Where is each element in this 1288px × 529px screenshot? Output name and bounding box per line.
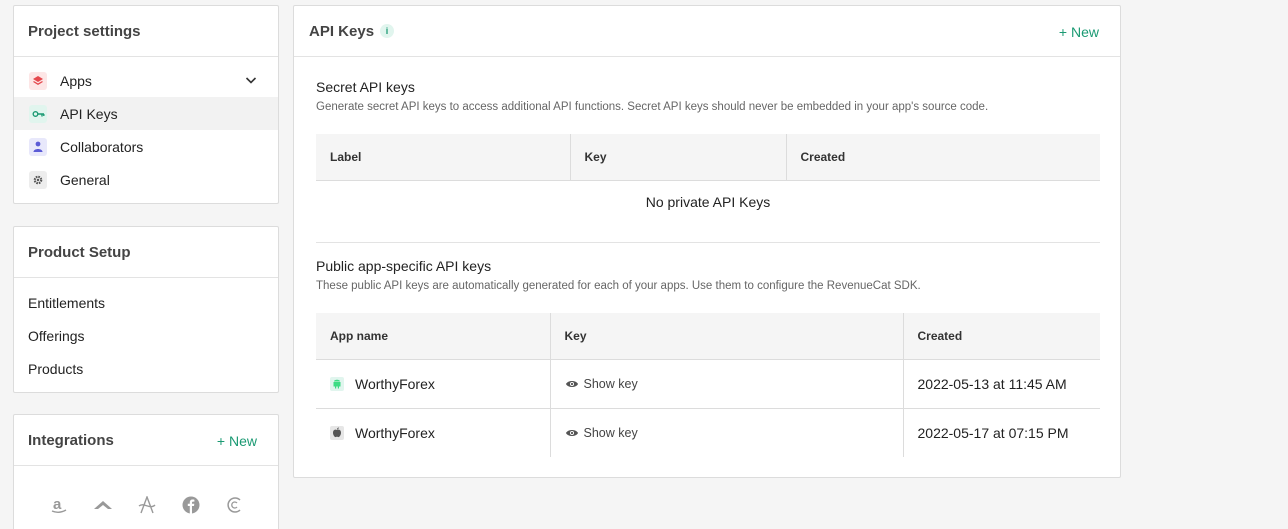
layers-icon: [29, 71, 47, 90]
integrations-card: Integrations + New a: [13, 414, 279, 529]
page-title: API Keys: [309, 23, 375, 40]
eye-icon: [565, 429, 578, 436]
sidebar-item-label: Collaborators: [60, 138, 144, 155]
show-key-button[interactable]: Show key: [565, 377, 638, 391]
show-key-label: Show key: [583, 376, 638, 391]
column-header-label: Label: [316, 134, 570, 181]
show-key-label: Show key: [583, 425, 638, 440]
integrations-header: Integrations + New: [14, 415, 278, 466]
column-header-app-name: App name: [316, 313, 550, 360]
secret-keys-table: Label Key Created No private API Keys: [316, 134, 1100, 224]
app-store-icon[interactable]: [92, 494, 114, 516]
new-integration-button[interactable]: + New: [217, 433, 257, 449]
clevertap-icon[interactable]: [224, 494, 246, 516]
apple-icon: [330, 425, 344, 440]
android-icon: [330, 376, 344, 391]
created-cell: 2022-05-17 at 07:15 PM: [902, 408, 1100, 457]
app-name-cell: WorthyForex: [316, 408, 550, 457]
column-header-created: Created: [785, 134, 1100, 181]
project-settings-header: Project settings: [14, 6, 278, 57]
table-row: WorthyForex Show key 2022-05-17 at 07:15…: [316, 408, 1100, 457]
public-keys-title: Public app-specific API keys: [316, 258, 492, 274]
plus-icon: +: [216, 433, 229, 449]
sidebar-item-products[interactable]: Products: [14, 352, 278, 385]
product-setup-nav: Entitlements Offerings Products: [14, 278, 278, 385]
secret-keys-section: Secret API keys Generate secret API keys…: [316, 79, 1100, 210]
key-icon: [29, 104, 47, 123]
show-key-button[interactable]: Show key: [565, 426, 638, 440]
sidebar-item-offerings[interactable]: Offerings: [14, 319, 278, 352]
apple-search-ads-icon[interactable]: [136, 494, 158, 516]
facebook-icon[interactable]: [180, 494, 202, 516]
section-divider: [316, 242, 1100, 243]
public-keys-section: Public app-specific API keys These publi…: [316, 258, 1100, 457]
gear-icon: [29, 170, 47, 189]
new-api-key-button[interactable]: + New: [1059, 24, 1099, 40]
user-icon: [29, 137, 47, 156]
new-api-key-label: New: [1070, 24, 1099, 40]
column-header-created: Created: [902, 313, 1100, 360]
sidebar-item-general[interactable]: General: [14, 163, 278, 196]
secret-keys-description: Generate secret API keys to access addit…: [316, 101, 989, 113]
app-name-cell: WorthyForex: [316, 359, 550, 409]
integrations-title: Integrations: [28, 432, 114, 449]
plus-icon: +: [1058, 24, 1071, 40]
api-keys-card: API Keys i + New Secret API keys Generate…: [293, 5, 1121, 478]
empty-state-text: No private API Keys: [645, 194, 771, 211]
sidebar-item-collaborators[interactable]: Collaborators: [14, 130, 278, 163]
sidebar-item-apps[interactable]: Apps: [14, 64, 278, 97]
table-row: WorthyForex Show key 2022-05-13 at 11:45…: [316, 359, 1100, 409]
app-name: WorthyForex: [355, 424, 435, 441]
product-setup-header: Product Setup: [14, 227, 278, 278]
project-settings-card: Project settings Apps API Keys Collabora…: [13, 5, 279, 204]
sidebar-item-label: General: [60, 171, 110, 188]
project-settings-title: Project settings: [28, 23, 141, 40]
public-keys-description: These public API keys are automatically …: [316, 280, 921, 292]
eye-icon: [565, 380, 578, 387]
api-keys-header: API Keys i + New: [294, 6, 1120, 57]
project-settings-nav: Apps API Keys Collaborators General: [14, 57, 278, 196]
column-header-key: Key: [549, 313, 903, 360]
column-header-key: Key: [569, 134, 786, 181]
sidebar-item-label: Apps: [60, 72, 92, 89]
public-keys-table: App name Key Created WorthyForex Show ke…: [316, 313, 1100, 457]
product-setup-title: Product Setup: [28, 244, 131, 261]
product-setup-card: Product Setup Entitlements Offerings Pro…: [13, 226, 279, 393]
info-icon[interactable]: i: [380, 24, 395, 38]
new-integration-label: New: [228, 433, 257, 449]
chevron-down-icon[interactable]: [244, 73, 258, 90]
key-cell: Show key: [549, 408, 903, 457]
amazon-icon[interactable]: a: [48, 494, 70, 516]
sidebar-item-api-keys[interactable]: API Keys: [14, 97, 278, 130]
key-cell: Show key: [549, 359, 903, 409]
sidebar-item-entitlements[interactable]: Entitlements: [14, 286, 278, 319]
secret-keys-title: Secret API keys: [316, 79, 415, 95]
app-name: WorthyForex: [355, 375, 435, 392]
sidebar-item-label: API Keys: [60, 105, 118, 122]
created-cell: 2022-05-13 at 11:45 AM: [902, 359, 1100, 409]
svg-text:a: a: [53, 496, 62, 513]
integration-icons: a: [14, 466, 278, 516]
